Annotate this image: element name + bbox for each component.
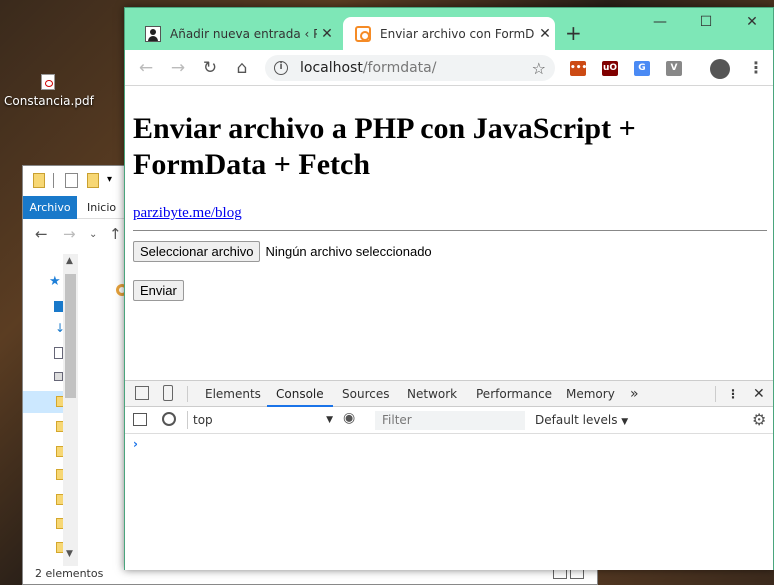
divider: [187, 386, 188, 402]
context-selector[interactable]: top ▼: [193, 410, 333, 430]
devtools-tabbar: Elements Console Sources Network Perform…: [125, 381, 773, 407]
tab-label: Añadir nueva entrada ‹ Parzibyte: [170, 26, 317, 41]
forward-icon[interactable]: →: [167, 57, 189, 79]
close-devtools-icon[interactable]: ✕: [753, 381, 765, 407]
tab-elements[interactable]: Elements: [205, 381, 261, 407]
blog-link[interactable]: parzibyte.me/blog: [133, 205, 242, 222]
pictures-nav-icon[interactable]: [54, 372, 63, 381]
page-content: Enviar archivo a PHP con JavaScript + Fo…: [125, 87, 773, 380]
up-icon[interactable]: ↑: [109, 225, 122, 243]
quick-access-star-icon[interactable]: ★: [49, 274, 61, 289]
desktop-file-label: Constancia.pdf: [4, 94, 94, 108]
tab-archivo[interactable]: Archivo: [23, 196, 77, 219]
desktop-file-icon[interactable]: Constancia.pdf: [4, 74, 94, 108]
close-tab-icon[interactable]: ✕: [317, 26, 337, 42]
context-value: top: [193, 413, 213, 427]
url-path: /formdata/: [362, 60, 437, 76]
close-tab-icon[interactable]: ✕: [535, 26, 555, 42]
desktop-nav-icon[interactable]: [54, 301, 63, 312]
filter-input[interactable]: Filter: [375, 411, 525, 430]
reload-icon[interactable]: ↻: [199, 57, 221, 79]
tab-performance[interactable]: Performance: [476, 381, 552, 407]
page-title: Enviar archivo a PHP con JavaScript + Fo…: [133, 112, 636, 181]
browser-window: Añadir nueva entrada ‹ Parzibyte ✕ Envia…: [124, 7, 774, 570]
title-bar: Añadir nueva entrada ‹ Parzibyte ✕ Envia…: [125, 8, 773, 50]
inspect-element-icon[interactable]: [135, 386, 149, 400]
xampp-favicon-icon: [355, 25, 371, 42]
levels-label: Default levels: [535, 413, 618, 427]
scrollbar-thumb[interactable]: [65, 274, 76, 398]
sidebar-toggle-icon[interactable]: [133, 413, 147, 426]
tab-label: Enviar archivo con FormData: [380, 26, 535, 41]
maximize-icon[interactable]: ☐: [691, 14, 721, 30]
send-button[interactable]: Enviar: [133, 280, 184, 301]
forward-icon[interactable]: →: [63, 225, 76, 243]
device-toolbar-icon[interactable]: [163, 385, 173, 401]
tab-console[interactable]: Console: [267, 381, 333, 407]
new-tab-plus-icon[interactable]: +: [565, 21, 582, 45]
browser-toolbar: ← → ↻ ⌂ i localhost/formdata/ ☆ ••• uO G V …: [125, 50, 773, 86]
divider: [187, 411, 188, 429]
vue-devtools-icon[interactable]: V: [666, 61, 682, 76]
qat-dropdown-icon[interactable]: ▾: [107, 174, 112, 185]
select-file-button[interactable]: Seleccionar archivo: [133, 241, 261, 262]
close-window-icon[interactable]: ✕: [737, 14, 767, 30]
status-bar-count: 2 elementos: [35, 567, 104, 580]
tab-inicio[interactable]: Inicio: [87, 196, 116, 219]
log-levels-dropdown[interactable]: Default levels ▼: [535, 410, 628, 432]
settings-gear-icon[interactable]: ⚙: [752, 410, 766, 429]
tab-sources[interactable]: Sources: [342, 381, 389, 407]
properties-icon[interactable]: [65, 173, 78, 188]
url-host: localhost: [300, 60, 363, 76]
address-bar[interactable]: i localhost/formdata/ ☆: [265, 55, 555, 81]
console-prompt[interactable]: ›: [133, 437, 138, 451]
divider: [133, 230, 767, 231]
divider: [53, 173, 54, 188]
chevron-down-icon: ▼: [621, 417, 629, 427]
clear-console-icon[interactable]: [162, 412, 176, 426]
more-tabs-icon[interactable]: »: [630, 381, 639, 407]
avatar-favicon-icon: [145, 25, 161, 42]
scroll-down-icon[interactable]: ▼: [66, 549, 73, 559]
pdf-icon: [41, 74, 55, 90]
info-icon[interactable]: i: [274, 61, 288, 75]
profile-avatar[interactable]: [710, 59, 730, 79]
minimize-icon[interactable]: —: [645, 14, 675, 30]
console-toolbar: top ▼ ◉ Filter Default levels ▼ ⚙: [125, 407, 773, 434]
tab-memory[interactable]: Memory: [566, 381, 615, 407]
recent-dropdown-icon[interactable]: ⌄: [89, 229, 97, 240]
devtools-panel: Elements Console Sources Network Perform…: [125, 380, 773, 570]
devtools-menu-icon[interactable]: ⋮: [727, 381, 739, 407]
translate-icon[interactable]: G: [634, 61, 650, 76]
file-input: Seleccionar archivo Ningún archivo selec…: [133, 241, 432, 262]
documents-nav-icon[interactable]: [54, 347, 63, 359]
tab-network[interactable]: Network: [407, 381, 457, 407]
back-icon[interactable]: ←: [35, 225, 48, 243]
file-status: Ningún archivo seleccionado: [265, 244, 432, 259]
ublock-icon[interactable]: uO: [602, 61, 618, 76]
divider: [715, 386, 716, 402]
tab-nueva-entrada[interactable]: Añadir nueva entrada ‹ Parzibyte ✕: [133, 17, 337, 50]
bookmark-star-icon[interactable]: ☆: [532, 59, 546, 78]
scroll-up-icon[interactable]: ▲: [66, 256, 73, 266]
tab-formdata[interactable]: Enviar archivo con FormData ✕: [343, 17, 555, 50]
chevron-down-icon: ▼: [326, 415, 333, 425]
eye-icon[interactable]: ◉: [343, 410, 355, 426]
folder-icon[interactable]: [33, 173, 45, 188]
home-icon[interactable]: ⌂: [231, 57, 253, 79]
ext-dots-icon[interactable]: •••: [570, 61, 587, 76]
back-icon[interactable]: ←: [135, 57, 157, 79]
menu-icon[interactable]: ⋮: [748, 58, 764, 77]
new-folder-icon[interactable]: [87, 173, 99, 188]
